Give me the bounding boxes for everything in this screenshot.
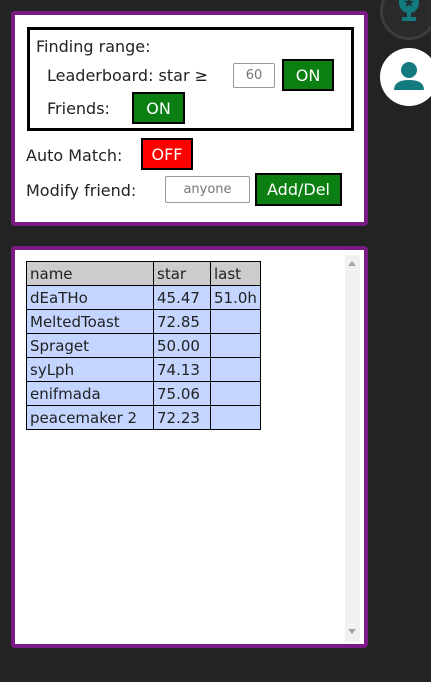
leaderboard-label: Leaderboard: star ≥: [47, 66, 209, 85]
cell-name: Spraget: [26, 333, 154, 358]
table-row[interactable]: peacemaker 2 72.23: [26, 405, 261, 430]
leaderboard-panel: name star last dEaTHo 45.47 51.0h Melted…: [11, 246, 368, 648]
cell-star: 72.85: [153, 309, 211, 334]
user-icon: [394, 62, 424, 90]
cell-star: 50.00: [153, 333, 211, 358]
cell-last: [210, 333, 261, 358]
cell-last: [210, 381, 261, 406]
cell-last: [210, 309, 261, 334]
finding-range-label: Finding range:: [36, 37, 151, 56]
scroll-up-arrow-icon[interactable]: [348, 261, 356, 266]
header-name[interactable]: name: [26, 261, 154, 286]
table-header-row: name star last: [26, 261, 261, 286]
star-threshold-input[interactable]: [233, 63, 275, 88]
trophy-button[interactable]: [380, 0, 431, 40]
trophy-icon: [399, 0, 419, 21]
leaderboard-toggle[interactable]: ON: [282, 59, 334, 91]
modify-friend-input[interactable]: [165, 176, 250, 203]
cell-name: dEaTHo: [26, 285, 154, 310]
table-row[interactable]: enifmada 75.06: [26, 381, 261, 406]
cell-star: 45.47: [153, 285, 211, 310]
cell-star: 75.06: [153, 381, 211, 406]
add-del-button[interactable]: Add/Del: [255, 173, 342, 206]
modify-friend-label: Modify friend:: [26, 181, 137, 200]
auto-match-label: Auto Match:: [26, 146, 123, 165]
table-row[interactable]: Spraget 50.00: [26, 333, 261, 358]
cell-star: 74.13: [153, 357, 211, 382]
table-row[interactable]: MeltedToast 72.85: [26, 309, 261, 334]
cell-name: MeltedToast: [26, 309, 154, 334]
profile-button[interactable]: [380, 48, 431, 106]
leaderboard-table: name star last dEaTHo 45.47 51.0h Melted…: [26, 261, 261, 430]
cell-name: enifmada: [26, 381, 154, 406]
scroll-down-arrow-icon[interactable]: [348, 629, 356, 634]
settings-panel: Finding range: Leaderboard: star ≥ ON Fr…: [11, 11, 368, 226]
table-row[interactable]: dEaTHo 45.47 51.0h: [26, 285, 261, 310]
cell-name: syLph: [26, 357, 154, 382]
table-row[interactable]: syLph 74.13: [26, 357, 261, 382]
header-star[interactable]: star: [153, 261, 211, 286]
cell-last: [210, 357, 261, 382]
cell-last: 51.0h: [210, 285, 261, 310]
cell-name: peacemaker 2: [26, 405, 154, 430]
auto-match-toggle[interactable]: OFF: [141, 138, 193, 170]
vertical-scrollbar[interactable]: [345, 255, 360, 642]
finding-range-box: Finding range: Leaderboard: star ≥ ON Fr…: [27, 27, 354, 131]
cell-last: [210, 405, 261, 430]
friends-label: Friends:: [47, 99, 110, 118]
header-last[interactable]: last: [210, 261, 261, 286]
cell-star: 72.23: [153, 405, 211, 430]
friends-toggle[interactable]: ON: [132, 92, 185, 124]
